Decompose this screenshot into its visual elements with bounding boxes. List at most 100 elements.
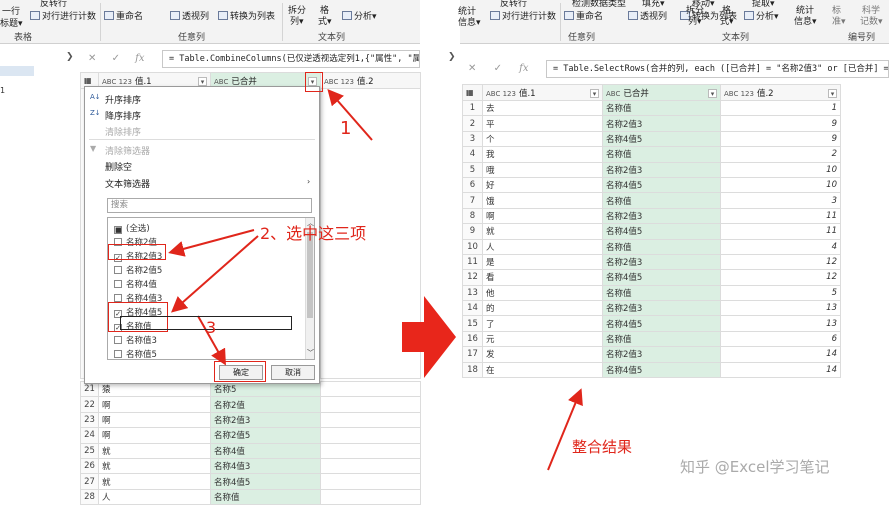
ribbon-item-split-column[interactable]: 列▾ xyxy=(290,14,304,27)
menu-item-clear-sort[interactable]: 清除排序 xyxy=(105,125,141,138)
ribbon-item-standard-down[interactable]: 准▾ xyxy=(832,14,846,27)
cell-merged[interactable]: 名称2值3 xyxy=(210,411,321,429)
filter-dropdown-icon[interactable]: ▾ xyxy=(828,88,837,98)
cancel-icon[interactable]: ✕ xyxy=(468,63,476,74)
cell-value2[interactable] xyxy=(320,427,421,444)
ribbon-item-header[interactable]: 标题▾ xyxy=(0,16,23,29)
table-row[interactable]: 10 人名称值 4 xyxy=(462,238,841,255)
cell-value1[interactable]: 在 xyxy=(482,361,603,379)
cell-value2[interactable]: 13 xyxy=(720,300,841,317)
ribbon-item-detect-type[interactable]: 检测数据类型 xyxy=(572,0,626,9)
cell-value1[interactable]: 就 xyxy=(98,442,211,459)
cell-value1[interactable]: 就 xyxy=(482,223,603,240)
ribbon-item-pivot[interactable]: 透视列 xyxy=(628,9,667,22)
cell-value2[interactable]: 12 xyxy=(720,269,841,286)
table-row[interactable]: 4 我名称值 2 xyxy=(462,146,841,163)
column-header-value2[interactable]: ABC 123 值.2 xyxy=(320,72,421,89)
table-row[interactable]: 25 就名称4值 xyxy=(80,442,421,459)
cell-value1[interactable]: 就 xyxy=(98,473,211,490)
cell-merged[interactable]: 名称值 xyxy=(602,192,721,209)
ribbon-item-reverse-rows[interactable]: 反转行 xyxy=(500,0,527,9)
column-header-value2[interactable]: ABC 123 值.2 ▾ xyxy=(720,84,841,101)
ribbon-item-reverse-rows[interactable]: 反转行 xyxy=(40,0,67,9)
cell-value2[interactable]: 10 xyxy=(720,161,841,178)
ribbon-item-parse[interactable]: 分析▾ xyxy=(342,9,377,22)
table-row[interactable]: 12 看名称4值5 12 xyxy=(462,269,841,286)
checkbox-icon[interactable] xyxy=(114,336,122,344)
ribbon-item-to-list[interactable]: 转换为列表 xyxy=(218,9,275,22)
ribbon-item-split-column[interactable]: 列▾ xyxy=(688,14,702,27)
menu-item-clear-filter[interactable]: 清除筛选器 xyxy=(105,144,150,157)
cell-value2[interactable]: 12 xyxy=(720,253,841,271)
cell-merged[interactable]: 名称4值5 xyxy=(602,130,721,148)
cell-merged[interactable]: 名称4值5 xyxy=(602,223,721,240)
table-row[interactable]: 8 啊名称2值3 11 xyxy=(462,207,841,225)
cell-value1[interactable]: 好 xyxy=(482,176,603,194)
cell-value1[interactable]: 饿 xyxy=(482,192,603,209)
fx-icon[interactable]: fx xyxy=(135,53,144,64)
filter-option[interactable]: 名称值3 xyxy=(114,334,157,346)
confirm-icon[interactable]: ✓ xyxy=(494,63,502,74)
cell-value2[interactable]: 10 xyxy=(720,176,841,194)
cell-value1[interactable]: 元 xyxy=(482,330,603,348)
formula-input[interactable]: = Table.SelectRows(合并的列, each ([已合并] = "… xyxy=(546,60,889,78)
cell-value1[interactable]: 人 xyxy=(482,238,603,255)
cell-value2[interactable]: 4 xyxy=(720,238,841,255)
cell-value2[interactable]: 9 xyxy=(720,115,841,132)
ribbon-item-scientific-down[interactable]: 记数▾ xyxy=(860,14,883,27)
cancel-button[interactable]: 取消 xyxy=(271,365,315,380)
confirm-icon[interactable]: ✓ xyxy=(112,53,120,64)
table-row[interactable]: 11 是名称2值3 12 xyxy=(462,253,841,271)
cell-merged[interactable]: 名称值 xyxy=(210,488,321,505)
cell-value1[interactable]: 个 xyxy=(482,130,603,148)
cell-value2[interactable]: 9 xyxy=(720,130,841,148)
filter-option[interactable]: ■ (全选) xyxy=(114,222,150,234)
collapse-arrow-icon[interactable]: ❯ xyxy=(66,52,74,62)
menu-item-text-filters[interactable]: 文本筛选器 xyxy=(105,177,150,190)
cell-merged[interactable]: 名称4值5 xyxy=(602,176,721,194)
table-row[interactable]: 27 就名称4值5 xyxy=(80,473,421,490)
table-row[interactable]: 26 就名称4值3 xyxy=(80,457,421,475)
cell-value2[interactable] xyxy=(320,488,421,505)
table-row[interactable]: 23 啊名称2值3 xyxy=(80,411,421,429)
table-row[interactable]: 18 在名称4值5 14 xyxy=(462,361,841,379)
cell-value1[interactable]: 啊 xyxy=(98,427,211,444)
cell-value2[interactable] xyxy=(320,380,421,398)
menu-item-sort-descending[interactable]: 降序排序 xyxy=(105,109,141,122)
cell-value1[interactable]: 人 xyxy=(98,488,211,505)
ribbon-item-fill[interactable]: 填充▾ xyxy=(642,0,665,9)
cell-value1[interactable]: 啊 xyxy=(98,411,211,429)
column-header-value1[interactable]: ABC 123 值.1 ▾ xyxy=(482,84,603,101)
filter-dropdown-icon[interactable]: ▾ xyxy=(198,76,207,86)
ribbon-item-rename[interactable]: 重命名 xyxy=(104,9,143,22)
cell-value1[interactable]: 啊 xyxy=(482,207,603,225)
checkbox-icon[interactable]: ■ xyxy=(114,226,122,234)
cell-value2[interactable]: 6 xyxy=(720,330,841,348)
cell-merged[interactable]: 名称4值5 xyxy=(602,315,721,332)
cell-value2[interactable] xyxy=(320,457,421,475)
table-row[interactable]: 1 去名称值 1 xyxy=(462,99,841,117)
cell-merged[interactable]: 名称2值3 xyxy=(602,161,721,178)
ribbon-item-format-down[interactable]: 式▾ xyxy=(720,14,734,27)
cell-value1[interactable]: 看 xyxy=(482,269,603,286)
filter-option[interactable]: 名称值5 xyxy=(114,348,157,359)
menu-item-remove-empty[interactable]: 删除空 xyxy=(105,160,132,173)
table-row[interactable]: 2 平名称2值3 9 xyxy=(462,115,841,132)
table-row[interactable]: 14 的名称2值3 13 xyxy=(462,300,841,317)
cell-merged[interactable]: 名称2值3 xyxy=(602,300,721,317)
filter-applied-icon[interactable]: ▾ xyxy=(708,88,717,98)
table-row[interactable]: 5 哦名称2值3 10 xyxy=(462,161,841,178)
cell-merged[interactable]: 名称2值3 xyxy=(602,346,721,363)
table-row[interactable]: 22 啊名称2值 xyxy=(80,396,421,413)
cell-value2[interactable]: 2 xyxy=(720,146,841,163)
table-row[interactable]: 6 好名称4值5 10 xyxy=(462,176,841,194)
table-menu-cell[interactable]: ▦ xyxy=(462,84,483,101)
checkbox-icon[interactable] xyxy=(114,294,122,302)
cell-value1[interactable]: 啊 xyxy=(98,396,211,413)
table-row[interactable]: 16 元名称值 6 xyxy=(462,330,841,348)
ribbon-item-rename[interactable]: 重命名 xyxy=(564,9,603,22)
formula-input[interactable]: = Table.CombineColumns(已仅逆透视选定列1,{"属性", … xyxy=(162,50,420,68)
cell-merged[interactable]: 名称4值5 xyxy=(210,473,321,490)
cell-merged[interactable]: 名称2值3 xyxy=(602,115,721,132)
cell-value2[interactable]: 1 xyxy=(720,99,841,117)
